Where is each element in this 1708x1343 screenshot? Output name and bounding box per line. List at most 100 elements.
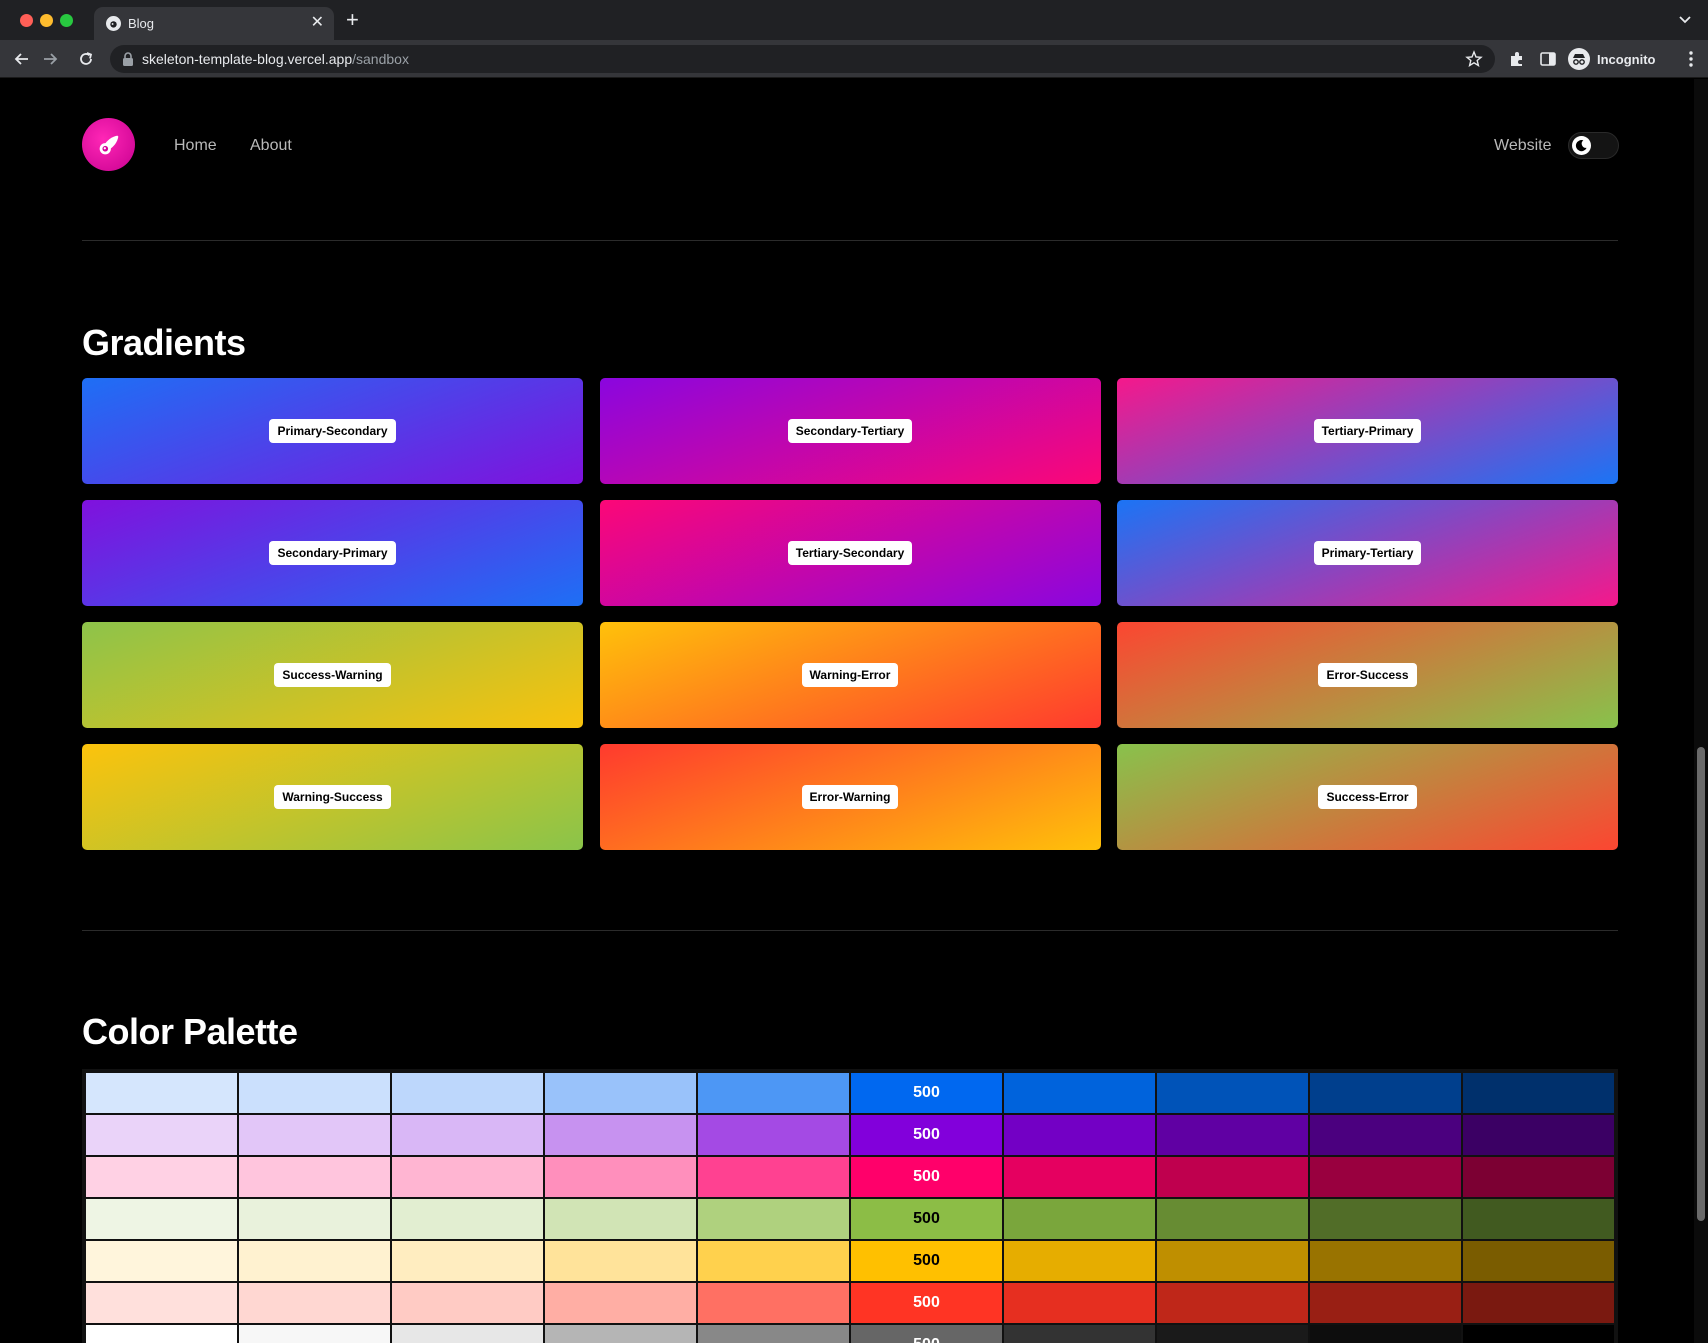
tab-close-icon[interactable]: ✕ [311, 14, 324, 32]
gradient-label: Tertiary-Secondary [787, 541, 913, 565]
color-swatch [1157, 1325, 1308, 1343]
gradient-card: Primary-Secondary [82, 378, 583, 484]
color-swatch [1310, 1073, 1461, 1113]
forward-arrow-icon[interactable] [40, 49, 60, 69]
color-swatch [698, 1283, 849, 1323]
color-swatch: 500 [851, 1283, 1002, 1323]
gradients-title: Gradients [82, 322, 246, 363]
tab-title: Blog [128, 16, 155, 31]
color-swatch [545, 1241, 696, 1281]
color-swatch [698, 1115, 849, 1155]
color-swatch [545, 1283, 696, 1323]
bookmark-star-icon[interactable] [1465, 50, 1483, 68]
color-swatch [1463, 1073, 1614, 1113]
website-link[interactable]: Website [1494, 137, 1552, 155]
theme-toggle[interactable] [1568, 132, 1619, 159]
gradient-label: Tertiary-Primary [1313, 419, 1422, 443]
color-swatch [1310, 1325, 1461, 1343]
color-swatch [1310, 1157, 1461, 1197]
color-swatch [1004, 1199, 1155, 1239]
color-swatch [239, 1115, 390, 1155]
address-bar[interactable]: skeleton-template-blog.vercel.app/sandbo… [110, 45, 1495, 73]
color-swatch [1157, 1283, 1308, 1323]
palette-row: 500 [86, 1241, 1614, 1281]
color-swatch [1157, 1073, 1308, 1113]
color-swatch [86, 1199, 237, 1239]
color-swatch [239, 1283, 390, 1323]
gradient-card: Tertiary-Primary [1117, 378, 1618, 484]
incognito-profile-button[interactable]: Incognito [1568, 46, 1656, 72]
maximize-window-button[interactable] [60, 14, 73, 27]
section-divider [82, 930, 1618, 931]
color-swatch [1004, 1115, 1155, 1155]
nav-home-link[interactable]: Home [174, 137, 217, 155]
color-swatch [1310, 1199, 1461, 1239]
extensions-puzzle-icon[interactable] [1508, 50, 1526, 68]
gradient-label: Primary-Secondary [269, 419, 396, 443]
palette-row: 500 [86, 1115, 1614, 1155]
scrollbar-thumb[interactable] [1697, 747, 1705, 1221]
close-window-button[interactable] [20, 14, 33, 27]
gradient-grid: Primary-Secondary Secondary-Tertiary Terti… [82, 378, 1618, 850]
color-swatch [392, 1283, 543, 1323]
browser-tab-strip: Blog ✕ + [0, 0, 1708, 40]
gradient-label: Success-Error [1318, 785, 1417, 809]
color-palette-title: Color Palette [82, 1011, 298, 1052]
browser-toolbar: skeleton-template-blog.vercel.app/sandbo… [0, 40, 1708, 78]
url-path: /sandbox [352, 51, 409, 67]
gradient-label: Error-Success [1318, 663, 1417, 687]
color-swatch [545, 1199, 696, 1239]
moon-icon [1572, 136, 1591, 155]
incognito-label: Incognito [1597, 51, 1656, 67]
gradient-label: Secondary-Tertiary [787, 419, 913, 443]
color-swatch [545, 1115, 696, 1155]
color-swatch [1463, 1115, 1614, 1155]
color-swatch [86, 1283, 237, 1323]
color-swatch [86, 1157, 237, 1197]
side-panel-icon[interactable] [1539, 50, 1557, 68]
page-content: Home About Website Gradients Primary-Sec… [0, 79, 1708, 1343]
color-swatch [698, 1157, 849, 1197]
color-swatch [1004, 1241, 1155, 1281]
new-tab-button[interactable]: + [346, 9, 359, 31]
color-swatch [1463, 1325, 1614, 1343]
site-logo[interactable] [82, 118, 135, 171]
color-swatch [1463, 1241, 1614, 1281]
gradient-card: Tertiary-Secondary [599, 500, 1101, 606]
color-swatch [1463, 1199, 1614, 1239]
tab-search-chevron-icon[interactable] [1678, 12, 1692, 26]
gradient-card: Error-Warning [599, 744, 1101, 850]
gradient-label: Error-Warning [801, 785, 899, 809]
color-swatch [698, 1241, 849, 1281]
color-swatch [1157, 1157, 1308, 1197]
color-swatch [392, 1325, 543, 1343]
color-swatch: 500 [851, 1157, 1002, 1197]
color-swatch [1310, 1115, 1461, 1155]
back-arrow-icon[interactable] [12, 49, 32, 69]
scrollbar-track[interactable] [1694, 79, 1708, 1343]
color-swatch [86, 1241, 237, 1281]
color-swatch [392, 1199, 543, 1239]
nav-about-link[interactable]: About [250, 137, 292, 155]
reload-icon[interactable] [76, 49, 96, 69]
color-swatch [698, 1073, 849, 1113]
rocket-logo-icon [99, 135, 118, 154]
url-text: skeleton-template-blog.vercel.app/sandbo… [142, 51, 409, 67]
minimize-window-button[interactable] [40, 14, 53, 27]
gradient-card: Warning-Error [599, 622, 1101, 728]
browser-menu-icon[interactable] [1688, 50, 1694, 68]
color-swatch [392, 1241, 543, 1281]
gradient-card: Success-Warning [82, 622, 583, 728]
color-swatch [86, 1073, 237, 1113]
gradient-label: Warning-Error [801, 663, 899, 687]
color-swatch [392, 1157, 543, 1197]
color-swatch [392, 1115, 543, 1155]
section-divider [82, 240, 1618, 241]
url-host: skeleton-template-blog.vercel.app [142, 51, 353, 67]
color-swatch [86, 1115, 237, 1155]
color-swatch [1004, 1325, 1155, 1343]
color-swatch [1463, 1283, 1614, 1323]
color-swatch [239, 1325, 390, 1343]
browser-tab[interactable]: Blog ✕ [94, 7, 334, 40]
gradient-card: Secondary-Primary [82, 500, 583, 606]
